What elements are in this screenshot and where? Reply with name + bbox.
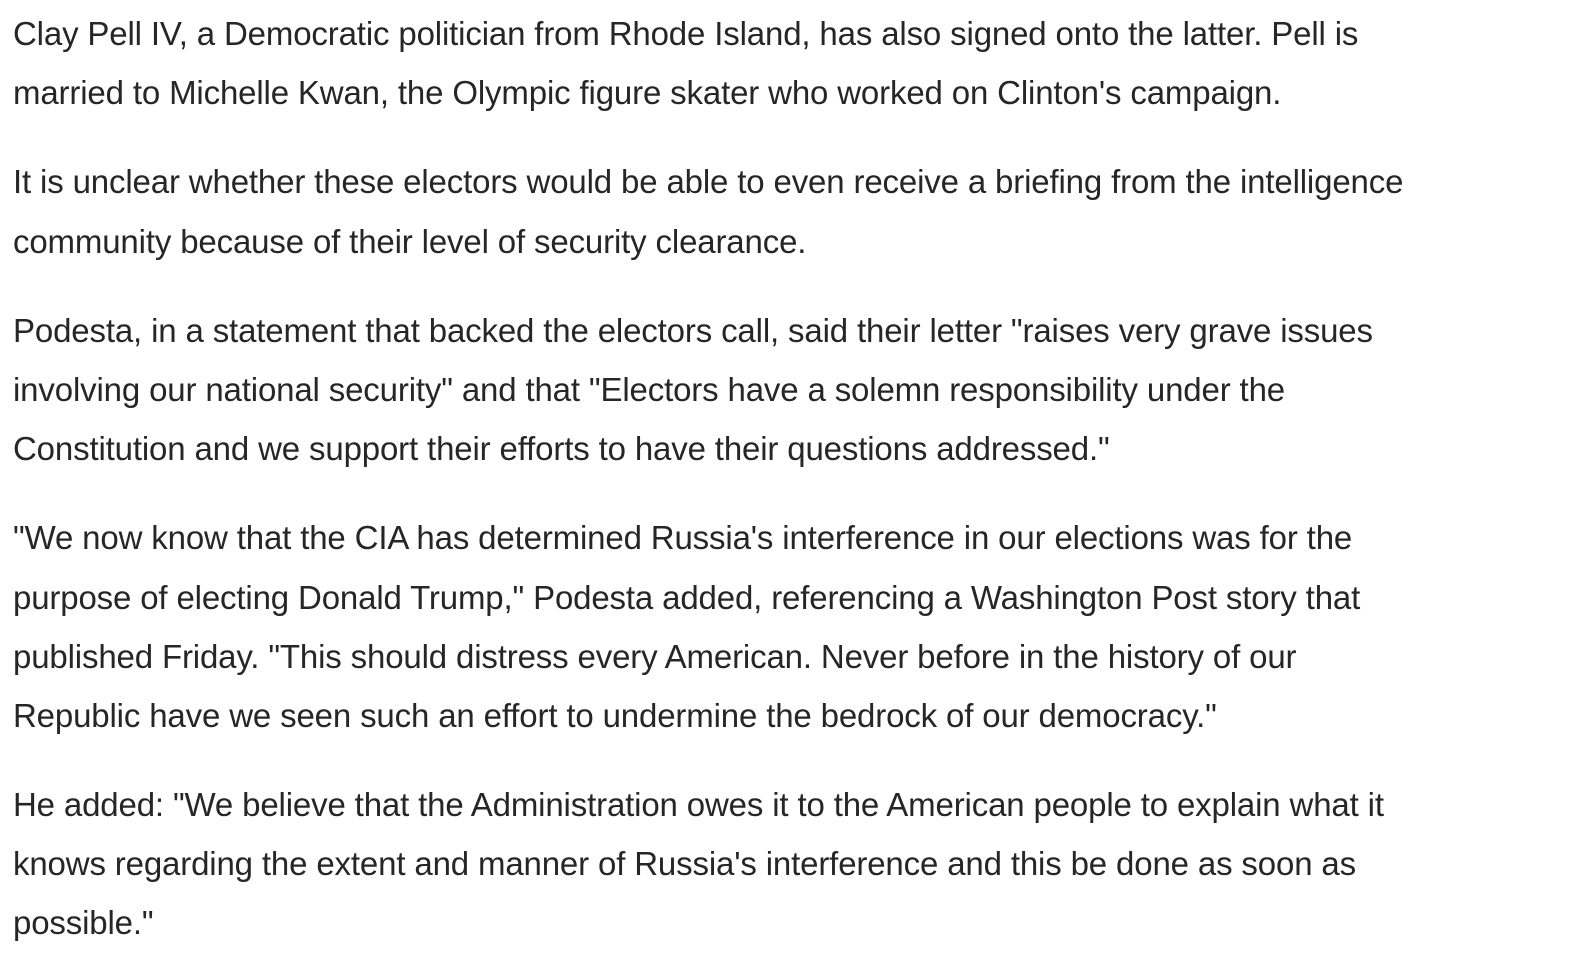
paragraph-line: purpose of electing Donald Trump," Podes… [13,578,1361,616]
paragraph-line: involving our national security" and tha… [13,370,1285,408]
paragraph-line: It is unclear whether these electors wou… [13,163,1404,201]
paragraph-line: Clay Pell IV, a Democratic politician fr… [13,15,1359,52]
paragraph-line: knows regarding the extent and manner of… [13,845,1356,883]
paragraph-line: published Friday. "This should distress … [13,637,1297,675]
paragraph-line: Constitution and we support their effort… [13,430,1110,468]
paragraph-clay-pell: Clay Pell IV, a Democratic politician fr… [13,4,1588,122]
paragraph-line: Republic have we seen such an effort to … [13,696,1217,734]
paragraph-podesta-statement: Podesta, in a statement that backed the … [13,301,1588,479]
paragraph-line: Podesta, in a statement that backed the … [13,311,1373,349]
paragraph-line: possible." [13,904,154,942]
paragraph-line: married to Michelle Kwan, the Olympic fi… [13,74,1282,112]
paragraph-cia-quote: "We now know that the CIA has determined… [13,508,1588,745]
article-body: Clay Pell IV, a Democratic politician fr… [0,4,1588,978]
paragraph-security-clearance: It is unclear whether these electors wou… [13,152,1588,270]
paragraph-administration-quote: He added: "We believe that the Administr… [13,775,1588,953]
paragraph-line: "We now know that the CIA has determined… [13,519,1353,557]
paragraph-line: community because of their level of secu… [13,222,807,260]
paragraph-line: He added: "We believe that the Administr… [13,786,1384,824]
